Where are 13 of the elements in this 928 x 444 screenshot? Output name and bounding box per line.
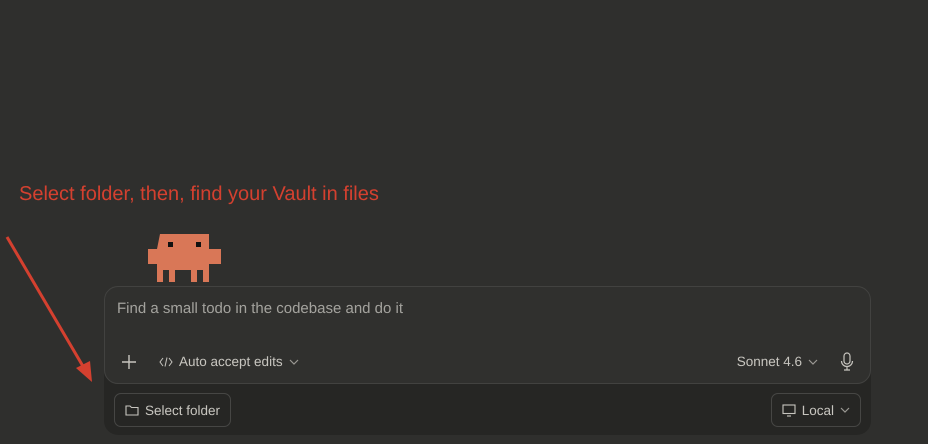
folder-icon	[125, 404, 139, 416]
mode-dropdown[interactable]: Auto accept edits	[155, 352, 303, 371]
code-icon	[159, 356, 173, 366]
annotation-text: Select folder, then, find your Vault in files	[19, 182, 380, 207]
prompt-input[interactable]: Find a small todo in the codebase and do it	[117, 300, 858, 317]
monitor-icon	[782, 404, 796, 416]
environment-dropdown[interactable]: Local	[770, 393, 861, 427]
chevron-icon	[808, 358, 818, 364]
chevron-icon	[840, 407, 850, 413]
model-dropdown[interactable]: Sonnet 4.6	[732, 352, 822, 371]
select-folder-button[interactable]: Select folder	[114, 393, 232, 427]
mascot-icon	[148, 234, 221, 282]
chevron-icon	[288, 358, 299, 364]
